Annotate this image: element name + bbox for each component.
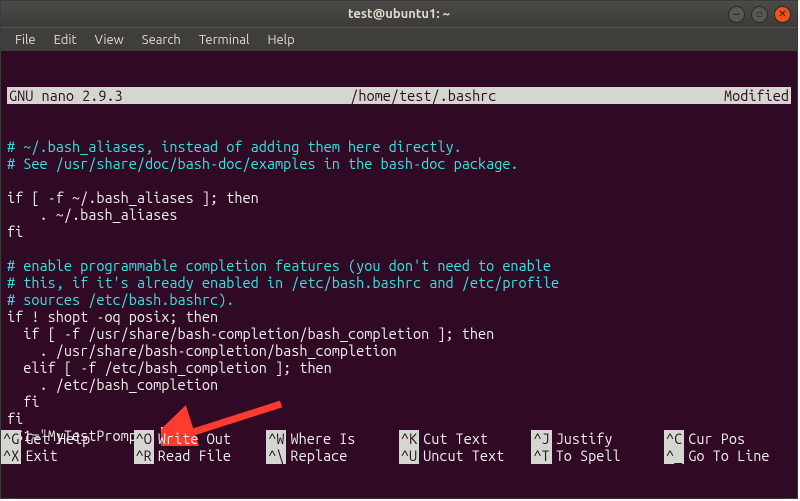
window-title: test@ubuntu1: ~	[1, 7, 797, 21]
shortcut-exit[interactable]: ^XExit	[1, 447, 134, 464]
nano-status: Modified	[724, 87, 789, 104]
close-button[interactable]: ✕	[774, 6, 791, 23]
menu-terminal[interactable]: Terminal	[191, 31, 258, 49]
nano-header: GNU nano 2.9.3 /home/test/.bashrc Modifi…	[7, 87, 791, 104]
code-line: . ~/.bash_aliases	[7, 206, 178, 223]
terminal-window: test@ubuntu1: ~ ‒ ▫ ✕ File Edit View Sea…	[0, 0, 798, 499]
code-line: . /usr/share/bash-completion/bash_comple…	[7, 342, 397, 359]
code-line: elif [ -f /etc/bash_completion ]; then	[7, 359, 332, 376]
menu-file[interactable]: File	[7, 31, 44, 49]
code-line: . /etc/bash_completion	[7, 376, 218, 393]
menubar: File Edit View Search Terminal Help	[1, 27, 797, 51]
code-line: if ! shopt -oq posix; then	[7, 308, 218, 325]
shortcut-go-to-line[interactable]: ^_Go To Line	[664, 447, 797, 464]
shortcut-read-file[interactable]: ^RRead File	[134, 447, 267, 464]
nano-version: GNU nano 2.9.3	[9, 87, 123, 104]
window-titlebar: test@ubuntu1: ~ ‒ ▫ ✕	[1, 1, 797, 27]
menu-search[interactable]: Search	[134, 31, 189, 49]
shortcut-uncut-text[interactable]: ^UUncut Text	[399, 447, 532, 464]
maximize-button[interactable]: ▫	[751, 6, 768, 23]
code-line: if [ -f ~/.bash_aliases ]; then	[7, 189, 259, 206]
shortcut-cur-pos[interactable]: ^CCur Pos	[664, 430, 797, 447]
shortcut-replace[interactable]: ^\Replace	[266, 447, 399, 464]
window-controls: ‒ ▫ ✕	[728, 6, 791, 23]
terminal-area[interactable]: GNU nano 2.9.3 /home/test/.bashrc Modifi…	[1, 51, 797, 498]
shortcut-cut-text[interactable]: ^KCut Text	[399, 430, 532, 447]
menu-edit[interactable]: Edit	[46, 31, 85, 49]
menu-view[interactable]: View	[87, 31, 132, 49]
minimize-button[interactable]: ‒	[728, 6, 745, 23]
shortcut-justify[interactable]: ^JJustify	[531, 430, 664, 447]
menu-help[interactable]: Help	[259, 31, 302, 49]
code-line: # See /usr/share/doc/bash-doc/examples i…	[7, 155, 519, 172]
code-line: # sources /etc/bash.bashrc).	[7, 291, 234, 308]
code-line: # enable programmable completion feature…	[7, 257, 551, 274]
shortcut-to-spell[interactable]: ^TTo Spell	[531, 447, 664, 464]
shortcut-get-help[interactable]: ^GGet Help	[1, 430, 134, 447]
shortcut-write-out[interactable]: ^OWrite Out	[134, 430, 267, 447]
shortcut-where-is[interactable]: ^WWhere Is	[266, 430, 399, 447]
code-line: # ~/.bash_aliases, instead of adding the…	[7, 138, 462, 155]
code-line: # this, if it's already enabled in /etc/…	[7, 274, 559, 291]
nano-filepath: /home/test/.bashrc	[123, 87, 724, 104]
code-line: if [ -f /usr/share/bash-completion/bash_…	[7, 325, 494, 342]
code-line: fi	[7, 223, 23, 240]
nano-shortcuts: ^GGet Help ^OWrite Out ^WWhere Is ^KCut …	[1, 396, 797, 498]
